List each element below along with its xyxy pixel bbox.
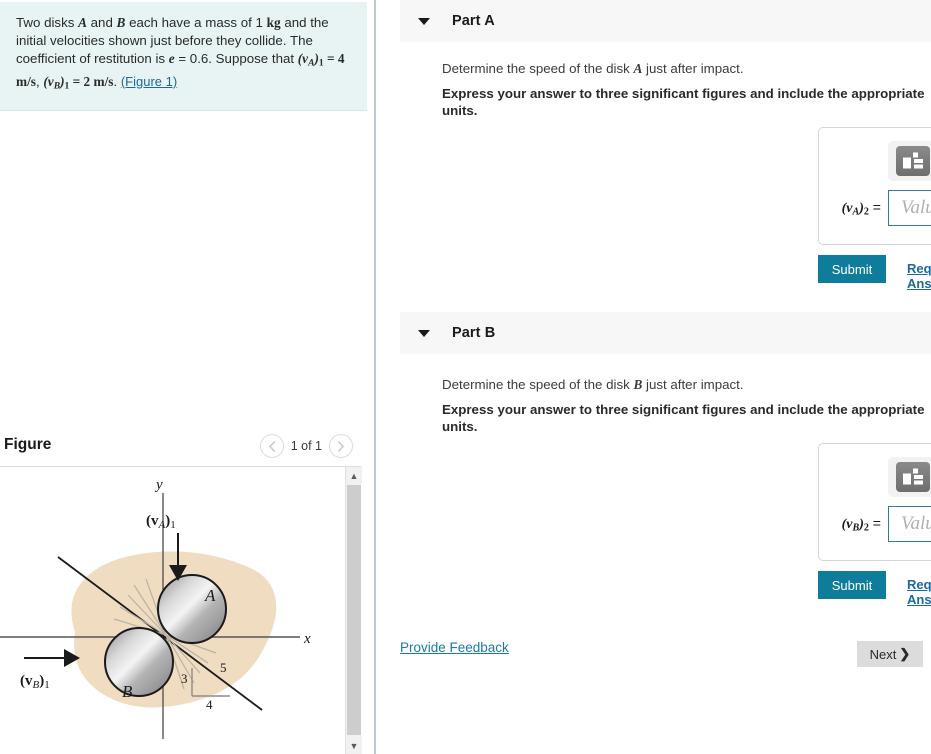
problem-period: .: [113, 74, 121, 89]
part-a-question-post: just after impact.: [642, 61, 744, 76]
problem-text-5: = 0.6. Suppose that: [174, 51, 298, 67]
part-a-value-input[interactable]: [888, 190, 931, 226]
slope-label-4: 4: [206, 697, 213, 712]
chevron-right-icon: [338, 440, 345, 452]
part-a-collapse-caret-icon[interactable]: [418, 17, 430, 25]
scrollbar-down-arrow-icon[interactable]: ▼: [346, 737, 362, 754]
part-b-answer-row: (vB)2 =: [819, 506, 931, 542]
problem-statement-box: Two disks A and B each have a mass of 1 …: [0, 2, 367, 111]
part-a-submit-button[interactable]: Submit: [818, 255, 886, 283]
part-b-collapse-caret-icon[interactable]: [418, 329, 430, 337]
provide-feedback-link[interactable]: Provide Feedback: [400, 640, 509, 655]
part-b-instruction: Express your answer to three significant…: [442, 402, 925, 434]
part-a-title: Part A: [452, 13, 495, 29]
part-b-answer-variable: (vB)2 =: [841, 514, 881, 534]
part-a-instruction: Express your answer to three significant…: [442, 86, 925, 118]
figure-prev-button[interactable]: [259, 434, 284, 458]
figure-title: Figure: [4, 436, 52, 453]
problem-statement-text: Two disks A and B each have a mass of 1 …: [16, 14, 353, 96]
chevron-left-icon: [268, 440, 275, 452]
slope-label-5: 5: [220, 660, 227, 675]
figure-pager: 1 of 1: [259, 434, 353, 458]
va1-label: (vA)1: [146, 513, 176, 531]
part-b-question: Determine the speed of the disk B just a…: [442, 376, 931, 394]
figure-header: Figure 1 of 1: [0, 432, 367, 466]
math-template-icon[interactable]: [896, 146, 930, 176]
scrollbar-thumb[interactable]: [347, 485, 361, 735]
figure-scrollbar[interactable]: ▲ ▼: [345, 467, 362, 754]
part-a-answer-variable: (vA)2 =: [841, 198, 881, 218]
part-b-submit-button[interactable]: Submit: [818, 571, 886, 599]
scrollbar-up-arrow-icon[interactable]: ▲: [346, 467, 362, 484]
physics-diagram: y x A B (vA)1 (vB)1 3 4 5: [0, 477, 311, 739]
problem-text-1: Two disks: [16, 15, 79, 30]
part-a-request-answer-link[interactable]: Request Answer: [907, 261, 931, 291]
x-axis-label: x: [303, 631, 311, 647]
figure-viewport: y x A B (vA)1 (vB)1 3 4 5: [0, 467, 345, 754]
part-b-value-input[interactable]: [888, 506, 931, 542]
problem-text-2: and: [86, 15, 117, 30]
part-b-answer-box: μÅ: [818, 443, 931, 561]
chevron-right-icon: ❯: [899, 646, 911, 661]
math-template-icon[interactable]: [896, 462, 930, 492]
math-template-glyph: [903, 468, 923, 485]
problem-unit-kg: kg: [266, 15, 281, 30]
problem-var-a: A: [78, 15, 87, 30]
disk-a-label: A: [204, 586, 216, 605]
part-a-answer-box: μÅ: [818, 127, 931, 245]
next-button[interactable]: Next ❯: [857, 641, 923, 667]
left-panel: Two disks A and B each have a mass of 1 …: [0, 0, 375, 754]
disk-a: [157, 574, 227, 644]
slope-label-3: 3: [181, 671, 188, 686]
disk-b: [104, 627, 174, 697]
part-a-answer-row: (vA)2 =: [819, 190, 931, 226]
figure-1-link[interactable]: (Figure 1): [121, 74, 177, 89]
next-button-label: Next: [869, 646, 897, 662]
part-b-request-answer-link[interactable]: Request Answer: [907, 577, 931, 607]
page-root: Two disks A and B each have a mass of 1 …: [0, 0, 931, 754]
part-b-question-pre: Determine the speed of the disk: [442, 377, 634, 392]
part-a-question-pre: Determine the speed of the disk: [442, 61, 634, 76]
part-a-toolbar: μÅ: [888, 141, 931, 181]
part-a-header[interactable]: Part A: [400, 0, 931, 42]
figure-page-indicator: 1 of 1: [290, 439, 322, 453]
part-b-toolbar: μÅ: [888, 457, 931, 497]
part-a-question: Determine the speed of the disk A just a…: [442, 60, 931, 78]
disk-b-label: B: [122, 682, 133, 701]
part-a-question-var: A: [633, 61, 643, 76]
problem-vb1: (vB)1: [43, 74, 70, 92]
vb1-label: (vB)1: [20, 673, 50, 691]
problem-text-3: each have a mass of 1: [125, 15, 267, 30]
part-b-title: Part B: [452, 325, 496, 341]
figure-next-button[interactable]: [329, 434, 353, 458]
math-template-glyph: [903, 152, 923, 169]
part-b-question-post: just after impact.: [642, 377, 744, 392]
part-b-header[interactable]: Part B: [400, 312, 931, 354]
y-axis-label: y: [154, 477, 163, 493]
part-b-question-var: B: [633, 377, 643, 392]
problem-vb1-value: = 2 m/s: [69, 74, 114, 89]
problem-va1: (vA)1: [297, 51, 324, 69]
